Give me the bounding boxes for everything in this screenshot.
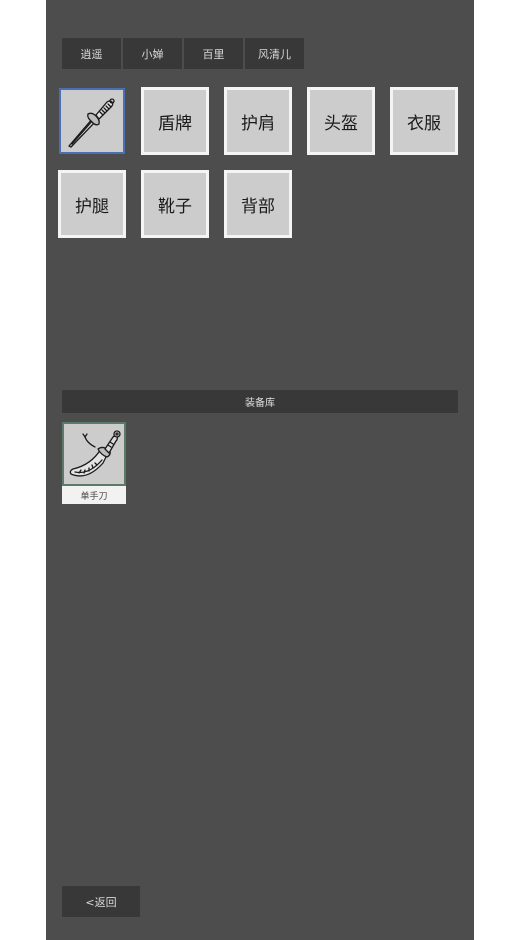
sword-icon bbox=[68, 98, 115, 148]
slot-legs[interactable]: 护腿 bbox=[58, 170, 126, 238]
equipment-slots: 盾牌 护肩 头盔 衣服 护腿 靴子 背部 bbox=[58, 87, 463, 238]
library-item-label: 单手刀 bbox=[62, 486, 126, 504]
back-button[interactable]: <返回 bbox=[62, 886, 140, 917]
tab-xiaochan[interactable]: 小婵 bbox=[123, 38, 182, 69]
tab-baili[interactable]: 百里 bbox=[184, 38, 243, 69]
saber-icon bbox=[69, 430, 121, 477]
slot-shoulder[interactable]: 护肩 bbox=[224, 87, 292, 155]
library-item-image bbox=[62, 422, 126, 486]
slot-helmet[interactable]: 头盔 bbox=[307, 87, 375, 155]
library-item[interactable]: 单手刀 bbox=[62, 422, 126, 504]
slot-boots[interactable]: 靴子 bbox=[141, 170, 209, 238]
slot-shield[interactable]: 盾牌 bbox=[141, 87, 209, 155]
character-tabs: 逍遥 小婵 百里 风清儿 bbox=[62, 38, 304, 69]
slot-clothes[interactable]: 衣服 bbox=[390, 87, 458, 155]
slot-back[interactable]: 背部 bbox=[224, 170, 292, 238]
tab-fengqinger[interactable]: 风清儿 bbox=[245, 38, 304, 69]
equipment-library-list: 单手刀 bbox=[62, 422, 126, 504]
slot-weapon[interactable] bbox=[59, 88, 125, 154]
equipment-library-header: 装备库 bbox=[62, 390, 458, 413]
tab-xiaoyao[interactable]: 逍遥 bbox=[62, 38, 121, 69]
